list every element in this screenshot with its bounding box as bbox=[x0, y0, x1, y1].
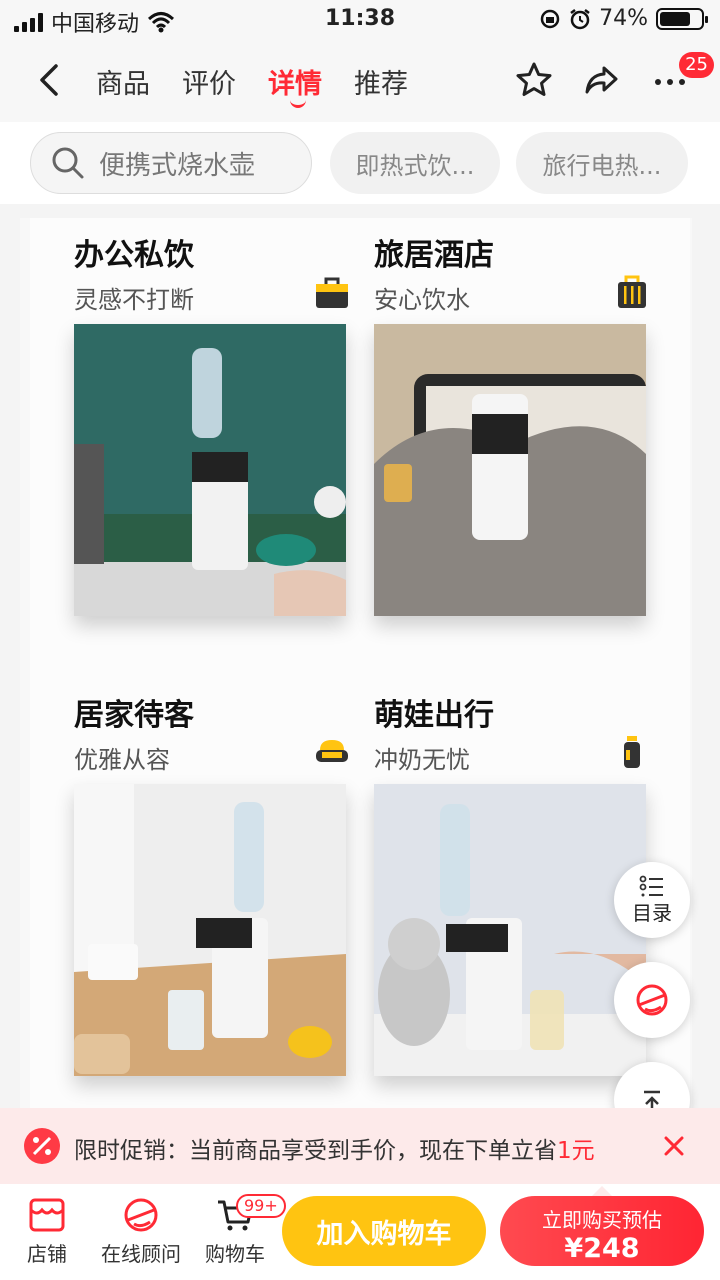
buy-now-button[interactable]: 立即购买预估 ¥248 bbox=[500, 1186, 704, 1266]
search-row: 便携式烧水壶 即热式饮... 旅行电热... bbox=[0, 122, 720, 204]
detail-content: 办公私饮 灵感不打断 旅居酒店 安心饮水 居家待客 优雅从容 萌娃出行 冲奶无忧 bbox=[0, 204, 720, 1108]
search-chip-1[interactable]: 即热式饮... bbox=[330, 132, 500, 194]
search-placeholder: 便携式烧水壶 bbox=[99, 150, 256, 181]
tab-details[interactable]: 详情 bbox=[268, 62, 322, 108]
card-title: 旅居酒店 bbox=[374, 238, 494, 273]
customer-service-button[interactable] bbox=[614, 962, 690, 1038]
tab-goods[interactable]: 商品 bbox=[96, 62, 150, 101]
scene-card-travel: 旅居酒店 安心饮水 bbox=[374, 230, 654, 630]
bottom-bar: 店铺 在线顾问 购物车 99+ 加入购物车 立即购买预估 ¥248 bbox=[0, 1184, 720, 1280]
card-title: 办公私饮 bbox=[74, 238, 194, 273]
briefcase-icon bbox=[316, 277, 348, 308]
tab-reviews[interactable]: 评价 bbox=[182, 62, 236, 101]
buy-now-label: 立即购买预估 bbox=[542, 1208, 662, 1232]
search-icon bbox=[52, 147, 84, 179]
promo-amount: 1元 bbox=[557, 1138, 595, 1164]
scene-card-baby: 萌娃出行 冲奶无忧 bbox=[374, 690, 654, 1090]
rotation-lock-icon bbox=[540, 9, 560, 28]
consult-label: 在线顾问 bbox=[101, 1242, 181, 1266]
discount-icon bbox=[24, 1128, 60, 1164]
tab-recommend[interactable]: 推荐 bbox=[354, 62, 408, 101]
baby-bottle-icon bbox=[624, 736, 640, 768]
scene-card-office: 办公私饮 灵感不打断 bbox=[74, 230, 354, 630]
office-scene-image bbox=[74, 324, 346, 616]
top-nav: 商品 评价 详情 推荐 25 bbox=[0, 40, 720, 122]
promo-bar: 限时促销：当前商品享受到手价，现在下单立省1元 bbox=[0, 1108, 720, 1184]
customer-service-icon bbox=[636, 984, 668, 1016]
share-icon[interactable] bbox=[582, 60, 622, 100]
nav-tabs: 商品 评价 详情 推荐 bbox=[96, 62, 408, 108]
active-tab-indicator bbox=[290, 100, 306, 108]
catalog-button[interactable]: 目录 bbox=[614, 862, 690, 938]
status-right: 74% bbox=[539, 6, 708, 31]
more-badge: 25 bbox=[679, 52, 714, 78]
scene-card-home: 居家待客 优雅从容 bbox=[74, 690, 354, 1090]
baby-scene-image bbox=[374, 784, 646, 1076]
cart-label: 购物车 bbox=[205, 1242, 265, 1266]
search-chip-2[interactable]: 旅行电热... bbox=[516, 132, 688, 194]
card-title: 萌娃出行 bbox=[374, 698, 494, 733]
battery-icon bbox=[656, 7, 708, 30]
close-icon[interactable] bbox=[656, 1128, 692, 1164]
shop-icon bbox=[29, 1198, 65, 1232]
luggage-icon bbox=[618, 275, 646, 308]
promo-text: 限时促销：当前商品享受到手价，现在下单立省1元 bbox=[74, 1138, 595, 1164]
cart-badge: 99+ bbox=[236, 1194, 286, 1218]
battery-percent: 74% bbox=[599, 6, 648, 31]
list-icon bbox=[639, 875, 663, 896]
buy-now-price: ¥248 bbox=[564, 1233, 640, 1264]
star-icon[interactable] bbox=[514, 60, 554, 100]
travel-scene-image bbox=[374, 324, 646, 616]
catalog-label: 目录 bbox=[632, 900, 672, 925]
alarm-icon bbox=[570, 8, 590, 29]
add-to-cart-button[interactable]: 加入购物车 bbox=[282, 1196, 486, 1266]
status-bar: 中国移动 11:38 74% bbox=[0, 0, 720, 40]
shop-button[interactable]: 店铺 bbox=[2, 1196, 92, 1267]
search-input[interactable]: 便携式烧水壶 bbox=[30, 132, 312, 194]
sofa-icon bbox=[316, 740, 348, 762]
back-icon[interactable] bbox=[30, 60, 70, 100]
home-scene-image bbox=[74, 784, 346, 1076]
shop-label: 店铺 bbox=[27, 1242, 67, 1266]
consult-icon bbox=[124, 1198, 158, 1232]
card-title: 居家待客 bbox=[74, 698, 194, 733]
online-consult-button[interactable]: 在线顾问 bbox=[96, 1196, 186, 1267]
